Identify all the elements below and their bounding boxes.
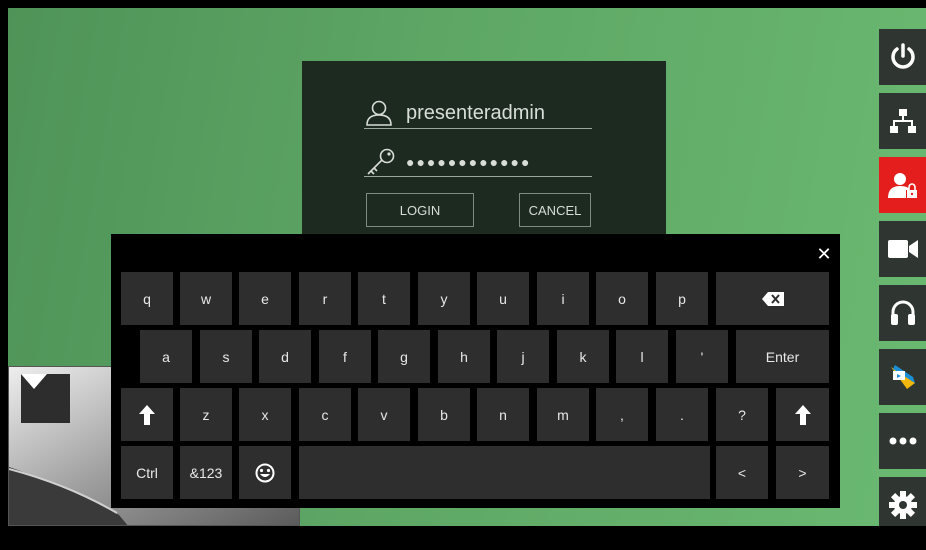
left-arrow-key[interactable]: < (716, 446, 768, 499)
sidebar-power-button[interactable] (879, 29, 926, 85)
sidebar-more-button[interactable] (879, 413, 926, 469)
on-screen-keyboard: ✕ q w e r t y u i o p a s d f g h j k l … (111, 234, 840, 508)
user-lock-icon (887, 173, 917, 198)
sidebar-presentation-button[interactable] (879, 349, 926, 405)
settings-icon (888, 491, 917, 519)
login-dialog: presenteradmin ●●●●●●●●●●●● LOGIN CANCEL (302, 61, 666, 245)
password-field[interactable]: ●●●●●●●●●●●● (364, 146, 592, 177)
symbols-key[interactable]: &123 (180, 446, 232, 499)
key-b[interactable]: b (418, 388, 470, 441)
key-p[interactable]: p (656, 272, 708, 325)
key-d[interactable]: d (259, 330, 311, 383)
password-value: ●●●●●●●●●●●● (406, 154, 532, 170)
presentation-icon (890, 365, 915, 389)
sidebar-audio-button[interactable] (879, 285, 926, 341)
key-period[interactable]: . (656, 388, 708, 441)
arrow-up-icon (139, 404, 155, 425)
key-question[interactable]: ? (716, 388, 768, 441)
camera-icon (887, 240, 918, 258)
key-y[interactable]: y (418, 272, 470, 325)
shift-right-key[interactable] (776, 388, 829, 441)
username-value: presenteradmin (406, 102, 545, 124)
backspace-key[interactable] (716, 272, 829, 325)
key-o[interactable]: o (596, 272, 648, 325)
login-button[interactable]: LOGIN (366, 193, 474, 227)
key-n[interactable]: n (477, 388, 529, 441)
key-r[interactable]: r (299, 272, 351, 325)
sidebar-login-button[interactable] (879, 157, 926, 213)
shift-left-key[interactable] (121, 388, 173, 441)
sidebar-settings-button[interactable] (879, 477, 926, 526)
key-e[interactable]: e (239, 272, 291, 325)
power-icon (890, 43, 915, 69)
keyboard-close-button[interactable]: ✕ (814, 244, 834, 264)
key-t[interactable]: t (358, 272, 410, 325)
space-key[interactable] (299, 446, 710, 499)
key-v[interactable]: v (358, 388, 410, 441)
key-icon (367, 148, 395, 175)
user-icon (366, 100, 392, 126)
network-icon (889, 109, 916, 133)
headset-icon (890, 300, 915, 325)
emoji-key[interactable] (239, 446, 291, 499)
sidebar-network-button[interactable] (879, 93, 926, 149)
key-m[interactable]: m (537, 388, 589, 441)
key-j[interactable]: j (497, 330, 549, 383)
key-q[interactable]: q (121, 272, 173, 325)
key-apostrophe[interactable]: ' (676, 330, 728, 383)
triangle-down-icon (21, 374, 47, 389)
key-h[interactable]: h (438, 330, 490, 383)
key-k[interactable]: k (557, 330, 609, 383)
more-icon (889, 437, 916, 445)
right-arrow-key[interactable]: > (776, 446, 829, 499)
backspace-icon (761, 291, 784, 306)
key-z[interactable]: z (180, 388, 232, 441)
key-g[interactable]: g (378, 330, 430, 383)
key-a[interactable]: a (140, 330, 192, 383)
username-field[interactable]: presenteradmin (364, 98, 592, 129)
sidebar-camera-button[interactable] (879, 221, 926, 277)
key-f[interactable]: f (319, 330, 371, 383)
key-comma[interactable]: , (596, 388, 648, 441)
key-u[interactable]: u (477, 272, 529, 325)
key-s[interactable]: s (200, 330, 252, 383)
arrow-up-icon (794, 404, 811, 425)
key-l[interactable]: l (616, 330, 668, 383)
enter-key[interactable]: Enter (736, 330, 829, 383)
cancel-button[interactable]: CANCEL (519, 193, 591, 227)
key-i[interactable]: i (537, 272, 589, 325)
key-c[interactable]: c (299, 388, 351, 441)
key-x[interactable]: x (239, 388, 291, 441)
emoji-icon (255, 463, 275, 482)
collapse-button[interactable] (21, 374, 70, 423)
ctrl-key[interactable]: Ctrl (121, 446, 173, 499)
key-w[interactable]: w (180, 272, 232, 325)
